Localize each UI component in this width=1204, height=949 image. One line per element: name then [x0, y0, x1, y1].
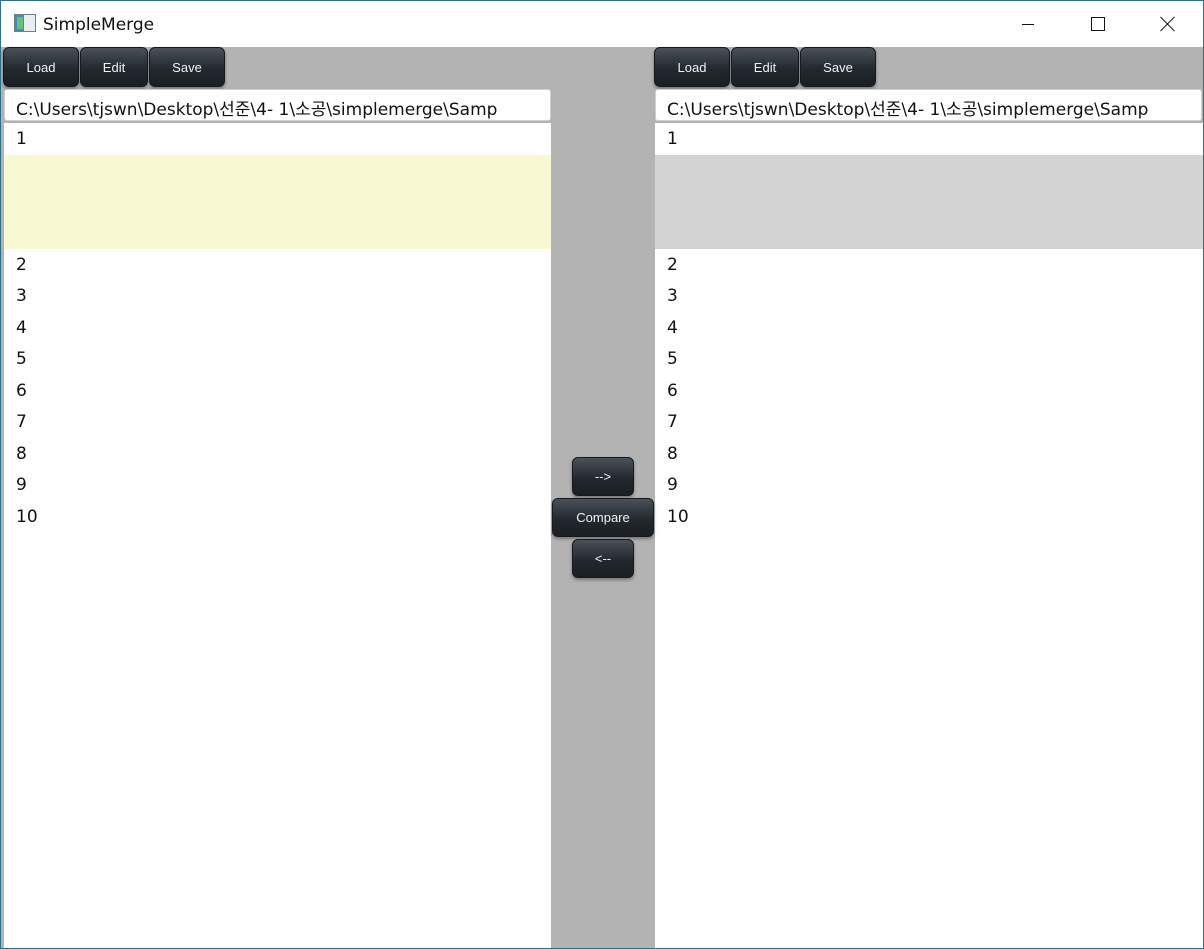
left-edit-button[interactable]: Edit	[80, 47, 148, 87]
left-diff-block	[4, 155, 551, 249]
right-save-button[interactable]: Save	[800, 47, 876, 87]
left-save-button[interactable]: Save	[149, 47, 225, 87]
simplemerge-window: SimpleMerge Load Edit Save Load Edit Sav…	[0, 0, 1204, 949]
left-line-2: 2	[16, 255, 27, 275]
right-edit-button[interactable]: Edit	[731, 47, 799, 87]
right-line-1: 1	[667, 129, 678, 149]
right-line-5: 5	[667, 349, 678, 369]
minimize-button[interactable]	[993, 1, 1063, 47]
close-button[interactable]	[1133, 1, 1203, 47]
left-line-6: 6	[16, 381, 27, 401]
left-line-7: 7	[16, 412, 27, 432]
right-line-2: 2	[667, 255, 678, 275]
left-line-4: 4	[16, 318, 27, 338]
left-line-10: 10	[16, 507, 38, 527]
right-load-button[interactable]: Load	[654, 47, 730, 87]
right-line-3: 3	[667, 286, 678, 306]
left-line-9: 9	[16, 475, 27, 495]
left-line-8: 8	[16, 444, 27, 464]
right-line-8: 8	[667, 444, 678, 464]
title-bar: SimpleMerge	[1, 1, 1203, 47]
right-line-10: 10	[667, 507, 689, 527]
copy-to-right-button[interactable]: -->	[572, 457, 634, 496]
maximize-icon	[1091, 17, 1105, 31]
window-title: SimpleMerge	[43, 15, 155, 35]
left-load-button[interactable]: Load	[3, 47, 79, 87]
minimize-icon	[1022, 23, 1034, 25]
right-text-area[interactable]: 1 2 3 4 5 6 7 8 9 10	[655, 123, 1203, 948]
app-icon	[14, 14, 36, 32]
maximize-button[interactable]	[1063, 1, 1133, 47]
right-diff-block	[655, 155, 1203, 249]
right-line-4: 4	[667, 318, 678, 338]
left-line-5: 5	[16, 349, 27, 369]
right-path-field[interactable]: C:\Users\tjswn\Desktop\선준\4- 1\소공\simple…	[655, 89, 1202, 121]
left-path-field[interactable]: C:\Users\tjswn\Desktop\선준\4- 1\소공\simple…	[4, 89, 551, 121]
right-line-6: 6	[667, 381, 678, 401]
left-text-area[interactable]: 1 2 3 4 5 6 7 8 9 10	[4, 123, 551, 948]
copy-to-left-button[interactable]: <--	[572, 539, 634, 578]
left-line-3: 3	[16, 286, 27, 306]
compare-button[interactable]: Compare	[552, 498, 654, 537]
left-line-1: 1	[16, 129, 27, 149]
right-line-9: 9	[667, 475, 678, 495]
right-line-7: 7	[667, 412, 678, 432]
close-icon	[1160, 16, 1176, 32]
